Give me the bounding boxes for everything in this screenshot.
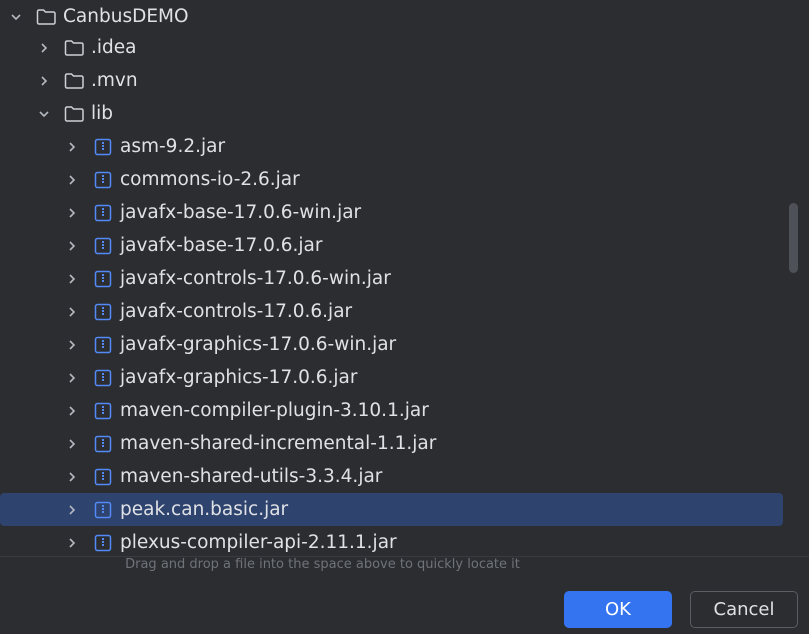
cancel-button[interactable]: Cancel	[690, 591, 798, 628]
tree-item-label: javafx-controls-17.0.6.jar	[120, 301, 353, 322]
chevron-right-icon[interactable]	[65, 206, 79, 220]
jar-icon	[93, 500, 113, 520]
chevron-down-icon[interactable]	[9, 10, 23, 24]
chevron-right-icon[interactable]	[65, 272, 79, 286]
folder-icon	[64, 71, 84, 91]
jar-icon	[93, 170, 113, 190]
chevron-down-icon[interactable]	[37, 107, 51, 121]
jar-icon	[93, 368, 113, 388]
folder-icon	[64, 104, 84, 124]
scrollbar-track[interactable]	[786, 0, 800, 557]
chevron-right-icon[interactable]	[65, 239, 79, 253]
tree-item-label: .idea	[91, 37, 137, 58]
chevron-right-icon[interactable]	[65, 470, 79, 484]
tree-item-jar[interactable]: asm-9.2.jar	[0, 130, 783, 163]
tree-item-idea[interactable]: .idea	[0, 31, 783, 64]
jar-icon	[93, 203, 113, 223]
tree-item-mvn[interactable]: .mvn	[0, 64, 783, 97]
chevron-right-icon[interactable]	[65, 173, 79, 187]
tree-item-jar[interactable]: maven-shared-utils-3.3.4.jar	[0, 460, 783, 493]
chevron-right-icon[interactable]	[65, 404, 79, 418]
chevron-right-icon[interactable]	[65, 503, 79, 517]
drag-drop-hint: Drag and drop a file into the space abov…	[125, 557, 520, 572]
tree-item-label: plexus-compiler-api-2.11.1.jar	[120, 532, 397, 553]
chevron-right-icon[interactable]	[65, 338, 79, 352]
tree-item-label: commons-io-2.6.jar	[120, 169, 300, 190]
tree-item-label: asm-9.2.jar	[120, 136, 226, 157]
chevron-right-icon[interactable]	[65, 305, 79, 319]
tree-item-jar[interactable]: javafx-base-17.0.6-win.jar	[0, 196, 783, 229]
jar-icon	[93, 137, 113, 157]
jar-icon	[93, 467, 113, 487]
tree-item-jar[interactable]: javafx-base-17.0.6.jar	[0, 229, 783, 262]
tree-item-jar[interactable]: javafx-graphics-17.0.6.jar	[0, 361, 783, 394]
tree-item-label: .mvn	[91, 70, 138, 91]
ok-button[interactable]: OK	[564, 591, 672, 628]
tree-item-jar[interactable]: maven-shared-incremental-1.1.jar	[0, 427, 783, 460]
jar-icon	[93, 269, 113, 289]
tree-item-label: javafx-controls-17.0.6-win.jar	[120, 268, 391, 289]
folder-icon	[64, 38, 84, 58]
jar-icon	[93, 302, 113, 322]
tree-item-label: maven-shared-utils-3.3.4.jar	[120, 466, 383, 487]
chevron-right-icon[interactable]	[65, 437, 79, 451]
tree-item-label: CanbusDEMO	[63, 6, 189, 27]
tree-item-label: maven-shared-incremental-1.1.jar	[120, 433, 437, 454]
tree-item-label: javafx-graphics-17.0.6-win.jar	[120, 334, 397, 355]
tree-item-label: lib	[91, 103, 114, 124]
tree-item-jar[interactable]: javafx-graphics-17.0.6-win.jar	[0, 328, 783, 361]
folder-icon	[36, 7, 56, 27]
jar-icon	[93, 236, 113, 256]
tree-item-jar[interactable]: maven-compiler-plugin-3.10.1.jar	[0, 394, 783, 427]
chevron-right-icon[interactable]	[65, 140, 79, 154]
tree-item-label: javafx-base-17.0.6-win.jar	[120, 202, 362, 223]
chevron-right-icon[interactable]	[37, 41, 51, 55]
tree-item-label: javafx-graphics-17.0.6.jar	[120, 367, 358, 388]
tree-item-label: javafx-base-17.0.6.jar	[120, 235, 323, 256]
jar-icon	[93, 434, 113, 454]
tree-item-jar[interactable]: javafx-controls-17.0.6.jar	[0, 295, 783, 328]
tree-item-jar[interactable]: commons-io-2.6.jar	[0, 163, 783, 196]
tree-item-jar[interactable]: javafx-controls-17.0.6-win.jar	[0, 262, 783, 295]
file-tree[interactable]: CanbusDEMO .idea .mvn lib asm-9.2.jar co…	[0, 0, 800, 557]
tree-item-jar-selected[interactable]: peak.can.basic.jar	[0, 493, 783, 526]
tree-item-lib[interactable]: lib	[0, 97, 783, 130]
tree-item-label: peak.can.basic.jar	[120, 499, 289, 520]
chevron-right-icon[interactable]	[65, 371, 79, 385]
chevron-right-icon[interactable]	[37, 74, 51, 88]
chevron-right-icon[interactable]	[65, 536, 79, 550]
tree-item-label: maven-compiler-plugin-3.10.1.jar	[120, 400, 429, 421]
jar-icon	[93, 335, 113, 355]
jar-icon	[93, 533, 113, 553]
jar-icon	[93, 401, 113, 421]
tree-item-jar[interactable]: plexus-compiler-api-2.11.1.jar	[0, 526, 783, 557]
scrollbar-thumb[interactable]	[789, 203, 798, 273]
tree-item-canbusdemo[interactable]: CanbusDEMO	[0, 0, 783, 33]
